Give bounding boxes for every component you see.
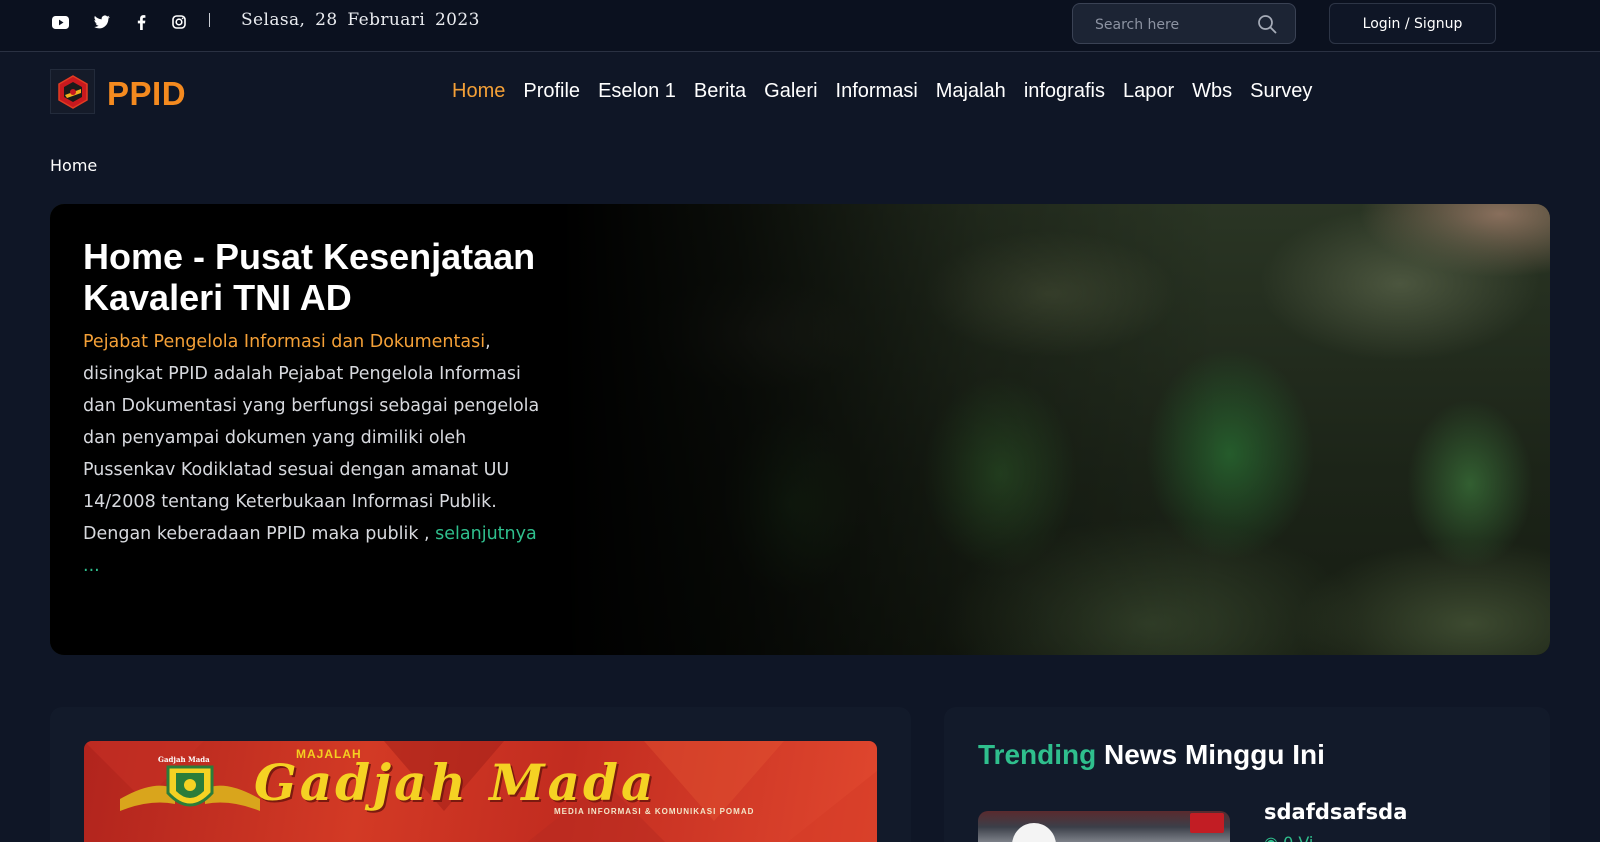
trending-highlight: Trending [978, 739, 1097, 770]
trending-heading-rest: News Minggu Ini [1104, 739, 1325, 770]
crest-text: Gadjah Mada [158, 755, 210, 764]
search-input[interactable] [1095, 15, 1255, 35]
nav-profile[interactable]: Profile [523, 80, 580, 103]
search-box[interactable] [1072, 3, 1296, 44]
trending-heading: Trending News Minggu Ini [978, 739, 1325, 771]
brand-name[interactable]: PPID [107, 75, 186, 113]
hero-description: Pejabat Pengelola Informasi dan Dokument… [83, 326, 553, 582]
twitter-icon[interactable] [92, 13, 112, 31]
magazine-subtitle: MEDIA INFORMASI & KOMUNIKASI POMAD [554, 807, 755, 816]
breadcrumb[interactable]: Home [50, 156, 97, 175]
top-bar: Selasa, 28 Februari 2023 Login / Signup [0, 0, 1600, 52]
news-thumbnail[interactable] [978, 811, 1230, 842]
nav-majalah[interactable]: Majalah [936, 80, 1006, 103]
youtube-icon[interactable] [50, 13, 70, 31]
main-nav: Home Profile Eselon 1 Berita Galeri Info… [452, 80, 1330, 103]
breaking-news-badge [1190, 813, 1224, 833]
hero-lead: Pejabat Pengelola Informasi dan Dokument… [83, 332, 486, 352]
search-icon[interactable] [1257, 14, 1277, 34]
magazine-crest: Gadjah Mada [120, 755, 260, 827]
news-views: ◉ 0 Vi [1264, 833, 1313, 842]
magazine-title: Gadjah Mada [254, 753, 657, 812]
login-signup-button[interactable]: Login / Signup [1329, 3, 1496, 44]
hero-banner: Home - Pusat Kesenjataan Kavaleri TNI AD… [50, 204, 1550, 655]
hero-lead-suffix: , [485, 332, 491, 352]
logo-emblem-icon [57, 74, 88, 109]
hero-body: disingkat PPID adalah Pejabat Pengelola … [83, 364, 540, 544]
news-title[interactable]: sdafdsafsda [1264, 800, 1407, 824]
site-logo[interactable] [50, 69, 95, 114]
divider [209, 13, 210, 27]
nav-informasi[interactable]: Informasi [836, 80, 918, 103]
current-date: Selasa, 28 Februari 2023 [241, 10, 480, 30]
nav-survey[interactable]: Survey [1250, 80, 1312, 103]
nav-lapor[interactable]: Lapor [1123, 80, 1174, 103]
nav-home[interactable]: Home [452, 80, 505, 103]
instagram-icon[interactable] [169, 13, 189, 31]
hero-title: Home - Pusat Kesenjataan Kavaleri TNI AD [83, 236, 536, 318]
play-icon [1012, 823, 1056, 842]
nav-wbs[interactable]: Wbs [1192, 80, 1232, 103]
news-views-count: 0 Vi [1283, 833, 1313, 842]
nav-infografis[interactable]: infografis [1024, 80, 1105, 103]
nav-galeri[interactable]: Galeri [764, 80, 817, 103]
magazine-banner[interactable]: Gadjah Mada MAJALAH Gadjah Mada MEDIA IN… [84, 741, 877, 842]
eye-icon: ◉ [1264, 833, 1278, 842]
nav-eselon-1[interactable]: Eselon 1 [598, 80, 676, 103]
facebook-icon[interactable] [131, 13, 151, 31]
nav-berita[interactable]: Berita [694, 80, 746, 103]
